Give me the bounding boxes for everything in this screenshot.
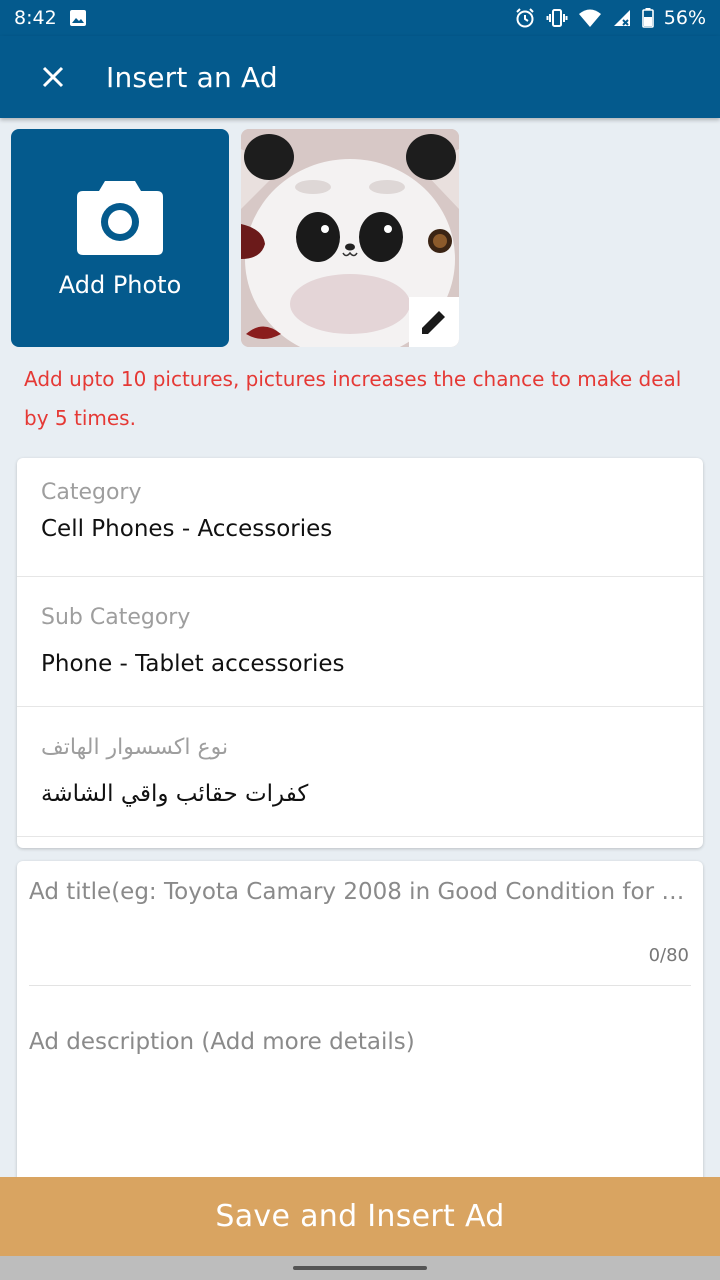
add-photo-button[interactable]: Add Photo bbox=[11, 129, 229, 347]
ad-details-card: Ad title(eg: Toyota Camary 2008 in Good … bbox=[17, 861, 703, 1191]
ad-description-input[interactable]: Ad description (Add more details) bbox=[29, 1029, 691, 1055]
add-photo-label: Add Photo bbox=[58, 271, 182, 299]
sub-category-field[interactable]: Sub Category Phone - Tablet accessories bbox=[17, 577, 703, 707]
status-time: 8:42 bbox=[14, 7, 57, 29]
photo-hint-text: Add upto 10 pictures, pictures increases… bbox=[24, 367, 682, 430]
navigation-bar bbox=[0, 1256, 720, 1280]
pencil-icon bbox=[422, 308, 448, 334]
home-gesture-handle[interactable] bbox=[293, 1266, 427, 1270]
battery-icon bbox=[641, 8, 654, 28]
category-card: Category Cell Phones - Accessories Sub C… bbox=[17, 458, 703, 848]
close-icon bbox=[42, 66, 64, 88]
status-bar: 8:42 56% bbox=[0, 0, 720, 36]
category-field[interactable]: Category Cell Phones - Accessories bbox=[17, 458, 703, 577]
accessory-type-label: نوع اكسسوار الهاتف bbox=[41, 735, 229, 760]
category-label: Category bbox=[41, 480, 142, 505]
accessory-type-field[interactable]: نوع اكسسوار الهاتف كفرات حقائب واقي الشا… bbox=[17, 707, 703, 837]
ad-title-input[interactable]: Ad title(eg: Toyota Camary 2008 in Good … bbox=[29, 879, 691, 905]
photo-thumbnail[interactable] bbox=[241, 129, 459, 347]
close-button[interactable] bbox=[0, 36, 106, 118]
accessory-type-value: كفرات حقائب واقي الشاشة bbox=[41, 781, 309, 807]
app-bar: Insert an Ad bbox=[0, 36, 720, 118]
signal-icon bbox=[612, 8, 632, 28]
camera-icon bbox=[77, 181, 163, 255]
vibrate-icon bbox=[546, 7, 568, 29]
alarm-icon bbox=[514, 7, 536, 29]
page-title: Insert an Ad bbox=[106, 60, 278, 94]
battery-percent: 56% bbox=[663, 7, 706, 29]
image-notification-icon bbox=[69, 9, 87, 27]
sub-category-value: Phone - Tablet accessories bbox=[41, 651, 345, 677]
category-value: Cell Phones - Accessories bbox=[41, 516, 333, 542]
sub-category-label: Sub Category bbox=[41, 605, 191, 630]
save-and-insert-button[interactable]: Save and Insert Ad bbox=[0, 1177, 720, 1256]
photo-strip: Add Photo bbox=[11, 129, 459, 347]
ad-title-counter: 0/80 bbox=[648, 945, 689, 966]
divider bbox=[29, 985, 691, 986]
wifi-icon bbox=[578, 8, 602, 28]
edit-photo-button[interactable] bbox=[409, 297, 459, 347]
